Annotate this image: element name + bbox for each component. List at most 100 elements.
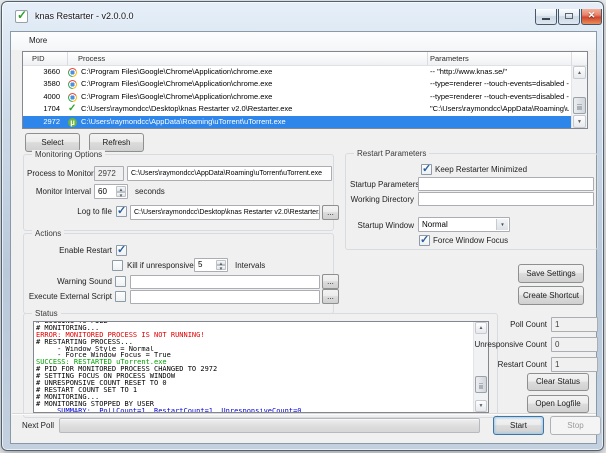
app-icon	[15, 9, 28, 23]
startup-window-label: Startup Window	[357, 221, 414, 230]
next-poll-progressbar	[59, 418, 480, 433]
check-icon	[68, 104, 77, 114]
warning-sound-label: Warning Sound	[57, 277, 112, 286]
poll-count-label: Poll Count	[510, 320, 547, 329]
monitored-pid-field[interactable]: 2972	[94, 166, 124, 181]
status-line: # PID FOR MONITORED PROCESS CHANGED TO 2…	[36, 366, 218, 374]
startup-parameters-label: Startup Parameters	[350, 180, 420, 189]
scrollbar-thumb[interactable]	[475, 376, 487, 393]
monitored-process-path-field[interactable]: C:\Users\raymondcc\AppData\Roaming\uTorr…	[127, 166, 332, 181]
monitoring-options-label: Monitoring Options	[32, 150, 106, 160]
force-focus-checkbox[interactable]	[419, 233, 430, 246]
poll-count-field: 1	[551, 317, 598, 332]
process-row[interactable]: 3580 C:\Program Files\Google\Chrome\Appli…	[23, 78, 571, 90]
column-header-pid[interactable]: PID	[23, 52, 68, 66]
unresponsive-count-label: Unresponsive Count	[474, 340, 547, 349]
chrome-icon	[68, 80, 77, 90]
stop-button: Stop	[550, 416, 601, 435]
restart-count-label: Restart Count	[497, 360, 547, 369]
chevron-down-icon[interactable]	[496, 219, 508, 230]
status-line: # UNRESPONSIVE COUNT RESET TO 0	[36, 380, 167, 387]
window-title: knas Restarter - v2.0.0.0	[35, 11, 134, 21]
warning-sound-checkbox[interactable]	[115, 276, 126, 287]
status-line: - Window Style = Normal	[36, 345, 155, 353]
menu-bar: More	[11, 32, 596, 50]
status-line: ERROR: MONITORED PROCESS IS NOT RUNNING!	[36, 331, 205, 339]
maximize-icon	[565, 13, 573, 19]
keep-minimized-label: Keep Restarter Minimized	[435, 165, 528, 174]
process-list: PID Process Parameters 3660 C:\Program Fi…	[22, 51, 588, 129]
app-window: knas Restarter - v2.0.0.0 More PID Proce…	[1, 1, 604, 451]
stepper-up-icon[interactable]	[116, 186, 126, 192]
enable-restart-label: Enable Restart	[59, 246, 112, 255]
process-row[interactable]: 4000 C:\Program Files\Google\Chrome\Appli…	[23, 91, 571, 103]
scrollbar-thumb[interactable]	[573, 97, 586, 114]
minimize-icon	[542, 18, 550, 20]
warning-sound-browse-button[interactable]: ...	[322, 274, 339, 289]
unresponsive-count-field: 0	[551, 337, 598, 352]
execute-script-label: Execute External Script	[28, 292, 112, 301]
maximize-button[interactable]	[558, 9, 580, 25]
log-to-file-checkbox[interactable]	[116, 204, 127, 217]
close-button[interactable]	[581, 9, 602, 25]
warning-sound-path-field[interactable]	[130, 275, 320, 289]
kill-intervals-stepper[interactable]: 5	[194, 258, 228, 272]
process-row[interactable]: 2972 C:\Users\raymondcc\AppData\Roaming\u…	[23, 115, 571, 128]
status-line: # RESTARTING PROCESS...	[36, 338, 133, 346]
process-parameters: "C:\Users\raymondcc\AppData\Roaming\uTor…	[430, 104, 569, 114]
process-row[interactable]: 1704 C:\Users\raymondcc\Desktop\knas Rest…	[23, 103, 571, 115]
status-line: # MONITORING...	[36, 393, 100, 401]
create-shortcut-button[interactable]: Create Shortcut	[518, 286, 584, 305]
log-path-field[interactable]: C:\Users\raymondcc\Desktop\knas Restarte…	[130, 205, 320, 220]
open-logfile-button[interactable]: Open Logfile	[527, 395, 589, 413]
process-pid: 3580	[43, 79, 60, 89]
process-pid: 1704	[43, 104, 60, 114]
stepper-down-icon[interactable]	[116, 191, 126, 197]
start-button[interactable]: Start	[493, 416, 544, 435]
process-list-scrollbar[interactable]: ▲ ▼	[571, 66, 587, 128]
status-line: # MONITORING...	[36, 324, 100, 332]
menu-more[interactable]: More	[25, 32, 51, 50]
process-pid: 3660	[43, 67, 60, 76]
working-directory-field[interactable]	[418, 192, 594, 206]
process-path: C:\Program Files\Google\Chrome\Applicati…	[81, 91, 273, 101]
clear-status-button[interactable]: Clear Status	[527, 373, 589, 391]
process-pid: 4000	[43, 91, 60, 101]
footer-divider	[12, 413, 596, 415]
process-pid: 2972	[43, 116, 60, 126]
status-line: # SETTING FOCUS ON PROCESS WINDOW	[36, 373, 176, 381]
execute-script-checkbox[interactable]	[115, 291, 126, 302]
process-row[interactable]: 3660 C:\Program Files\Google\Chrome\Appli…	[23, 66, 571, 78]
log-browse-button[interactable]: ...	[322, 205, 339, 220]
kill-intervals-value: 5	[198, 260, 203, 269]
process-to-monitor-label: Process to Monitor	[27, 169, 94, 178]
save-settings-button[interactable]: Save Settings	[518, 264, 584, 283]
restart-parameters-label: Restart Parameters	[354, 149, 430, 159]
scroll-down-icon[interactable]: ▼	[573, 115, 586, 128]
startup-window-select[interactable]: Normal	[418, 217, 510, 232]
execute-script-path-field[interactable]	[130, 290, 320, 304]
monitor-interval-value: 60	[98, 187, 107, 196]
monitor-interval-stepper[interactable]: 60	[94, 184, 128, 199]
enable-restart-checkbox[interactable]	[116, 243, 127, 256]
keep-minimized-checkbox[interactable]	[421, 162, 432, 175]
status-console[interactable]: # LOGGING TO FILE# MONITORING...ERROR: M…	[33, 321, 489, 413]
scroll-up-icon[interactable]: ▲	[573, 66, 586, 79]
seconds-label: seconds	[135, 187, 165, 196]
actions-label: Actions	[32, 229, 65, 239]
status-line: SUCCESS: RESTARTED uTorrent.exe	[36, 359, 167, 367]
working-directory-label: Working Directory	[350, 195, 414, 204]
process-rows: 3660 C:\Program Files\Google\Chrome\Appli…	[23, 66, 571, 128]
kill-if-unresponsive-checkbox[interactable]	[112, 260, 123, 271]
stepper-down-icon[interactable]	[216, 265, 226, 270]
startup-parameters-field[interactable]	[418, 177, 594, 191]
minimize-button[interactable]	[535, 9, 557, 25]
chrome-icon	[68, 92, 77, 102]
execute-script-browse-button[interactable]: ...	[322, 289, 339, 304]
status-line: - Force Window Focus = True	[36, 352, 171, 360]
status-log-text: # LOGGING TO FILE# MONITORING...ERROR: M…	[36, 322, 472, 412]
column-header-process[interactable]: Process	[68, 52, 428, 66]
status-line: # MONITORING STOPPED BY USER	[36, 400, 155, 408]
scroll-down-icon[interactable]: ▼	[475, 400, 487, 412]
column-header-parameters[interactable]: Parameters	[428, 52, 572, 66]
